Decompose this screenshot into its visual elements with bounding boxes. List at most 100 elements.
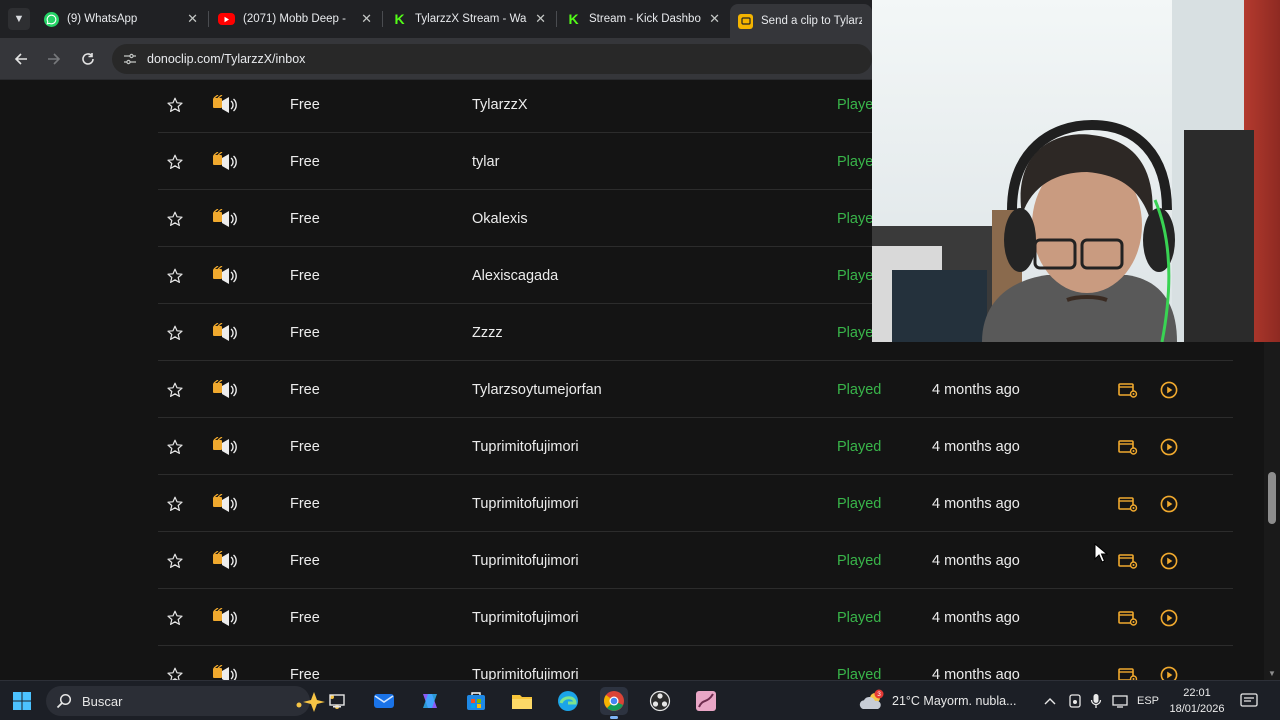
clip-with-audio-icon xyxy=(212,646,238,680)
table-row[interactable]: Free Tylarzsoytumejorfan Played 4 months ag… xyxy=(158,361,1233,418)
tab-search-button[interactable]: ▼ xyxy=(8,8,30,30)
status-badge: Played xyxy=(837,381,882,398)
star-favorite-icon[interactable] xyxy=(166,190,184,247)
notification-center-icon[interactable] xyxy=(1240,681,1258,720)
star-favorite-icon[interactable] xyxy=(166,80,184,133)
back-arrow-icon xyxy=(14,53,27,65)
tier-label: Free xyxy=(290,153,320,170)
reload-icon xyxy=(82,53,94,65)
tier-label: Free xyxy=(290,438,320,455)
clip-with-audio-icon xyxy=(212,361,238,418)
copilot-app-icon[interactable] xyxy=(416,687,444,715)
site-settings-icon[interactable] xyxy=(122,51,138,67)
tier-label: Free xyxy=(290,96,320,113)
weather-widget[interactable]: 3 21°C Mayorm. nubla... xyxy=(858,681,1017,720)
play-clip-icon[interactable] xyxy=(1159,475,1179,532)
sender-name: Alexiscagada xyxy=(472,267,559,284)
pinned-app-icon[interactable] xyxy=(692,687,720,715)
clip-with-audio-icon xyxy=(212,304,238,361)
table-row[interactable]: Free Tuprimitofujimori Played 4 months ago xyxy=(158,475,1233,532)
tab-title: (9) WhatsApp xyxy=(67,13,138,25)
clip-settings-icon[interactable] xyxy=(1118,361,1138,418)
mail-app-icon[interactable] xyxy=(370,687,398,715)
donoclip-icon xyxy=(738,13,753,29)
star-favorite-icon[interactable] xyxy=(166,532,184,589)
webcam-overlay xyxy=(872,0,1280,342)
microphone-icon[interactable] xyxy=(1090,681,1102,720)
status-badge: Played xyxy=(837,666,882,681)
star-favorite-icon[interactable] xyxy=(166,133,184,190)
device-tray-icon[interactable] xyxy=(1068,681,1082,720)
play-clip-icon[interactable] xyxy=(1159,532,1179,589)
table-row[interactable]: Free Tuprimitofujimori Played 4 months ago xyxy=(158,532,1233,589)
star-favorite-icon[interactable] xyxy=(166,418,184,475)
clip-settings-icon[interactable] xyxy=(1118,475,1138,532)
sender-name: Tuprimitofujimori xyxy=(472,552,579,569)
star-favorite-icon[interactable] xyxy=(166,475,184,532)
clip-with-audio-icon xyxy=(212,475,238,532)
close-tab-icon[interactable]: ✕ xyxy=(709,11,720,27)
edge-browser-icon[interactable] xyxy=(554,687,582,715)
back-button[interactable] xyxy=(9,47,33,71)
show-hidden-icons-chevron-icon[interactable] xyxy=(1044,681,1056,720)
received-time: 4 months ago xyxy=(932,438,1020,455)
address-bar[interactable]: donoclip.com/TylarzzX/inbox xyxy=(112,44,872,74)
tier-label: Free xyxy=(290,666,320,681)
play-clip-icon[interactable] xyxy=(1159,589,1179,646)
clip-with-audio-icon xyxy=(212,133,238,190)
scroll-down-arrow-icon[interactable]: ▼ xyxy=(1267,668,1277,678)
status-badge: Played xyxy=(837,438,882,455)
play-clip-icon[interactable] xyxy=(1159,361,1179,418)
close-tab-icon[interactable]: ✕ xyxy=(187,11,198,27)
network-icon[interactable] xyxy=(1112,681,1128,720)
scrollbar-thumb[interactable] xyxy=(1268,472,1276,524)
table-row[interactable]: Free Tuprimitofujimori Played 4 months ago xyxy=(158,646,1233,680)
chrome-browser-icon[interactable] xyxy=(600,687,628,719)
table-row[interactable]: Free Tuprimitofujimori Played 4 months ago xyxy=(158,589,1233,646)
obs-studio-icon[interactable] xyxy=(646,687,674,715)
received-time: 4 months ago xyxy=(932,381,1020,398)
star-favorite-icon[interactable] xyxy=(166,247,184,304)
table-row[interactable]: Free Tuprimitofujimori Played 4 months ago xyxy=(158,418,1233,475)
play-clip-icon[interactable] xyxy=(1159,646,1179,680)
forward-arrow-icon xyxy=(48,53,61,65)
star-favorite-icon[interactable] xyxy=(166,304,184,361)
play-clip-icon[interactable] xyxy=(1159,418,1179,475)
star-favorite-icon[interactable] xyxy=(166,589,184,646)
received-time: 4 months ago xyxy=(932,666,1020,681)
reload-button[interactable] xyxy=(76,47,100,71)
tab-youtube[interactable]: (2071) Mobb Deep - ✕ xyxy=(210,4,382,34)
tab-divider xyxy=(208,11,209,27)
system-clock[interactable]: 22:01 18/01/2026 xyxy=(1160,685,1234,717)
clip-settings-icon[interactable] xyxy=(1118,532,1138,589)
close-tab-icon[interactable]: ✕ xyxy=(535,11,546,27)
sender-name: Zzzz xyxy=(472,324,503,341)
tab-donoclip[interactable]: Send a clip to Tylarzz xyxy=(730,4,872,38)
clip-settings-icon[interactable] xyxy=(1118,589,1138,646)
windows-start-icon[interactable] xyxy=(12,691,32,711)
weather-notification-badge: 3 xyxy=(877,691,881,698)
tab-whatsapp[interactable]: (9) WhatsApp ✕ xyxy=(36,4,208,34)
microsoft-store-icon[interactable] xyxy=(462,687,490,715)
url-text: donoclip.com/TylarzzX/inbox xyxy=(147,52,306,66)
task-view-icon[interactable] xyxy=(323,687,351,715)
language-indicator[interactable]: ESP xyxy=(1137,681,1159,720)
sender-name: Tuprimitofujimori xyxy=(472,666,579,681)
close-tab-icon[interactable]: ✕ xyxy=(361,11,372,27)
star-favorite-icon[interactable] xyxy=(166,361,184,418)
star-favorite-icon[interactable] xyxy=(166,646,184,680)
clip-with-audio-icon xyxy=(212,589,238,646)
forward-button[interactable] xyxy=(42,47,66,71)
sender-name: TylarzzX xyxy=(472,96,528,113)
status-badge: Played xyxy=(837,495,882,512)
clip-settings-icon[interactable] xyxy=(1118,646,1138,680)
tier-label: Free xyxy=(290,267,320,284)
file-explorer-icon[interactable] xyxy=(508,687,536,715)
mouse-cursor-icon xyxy=(1094,543,1108,563)
tab-divider xyxy=(556,11,557,27)
youtube-icon xyxy=(218,13,235,25)
clip-settings-icon[interactable] xyxy=(1118,418,1138,475)
taskbar-search-box[interactable]: Buscar xyxy=(46,686,339,716)
tab-kick-stream[interactable]: K TylarzzX Stream - Wa ✕ xyxy=(384,4,556,34)
tab-kick-dashboard[interactable]: K Stream - Kick Dashbo ✕ xyxy=(558,4,730,34)
